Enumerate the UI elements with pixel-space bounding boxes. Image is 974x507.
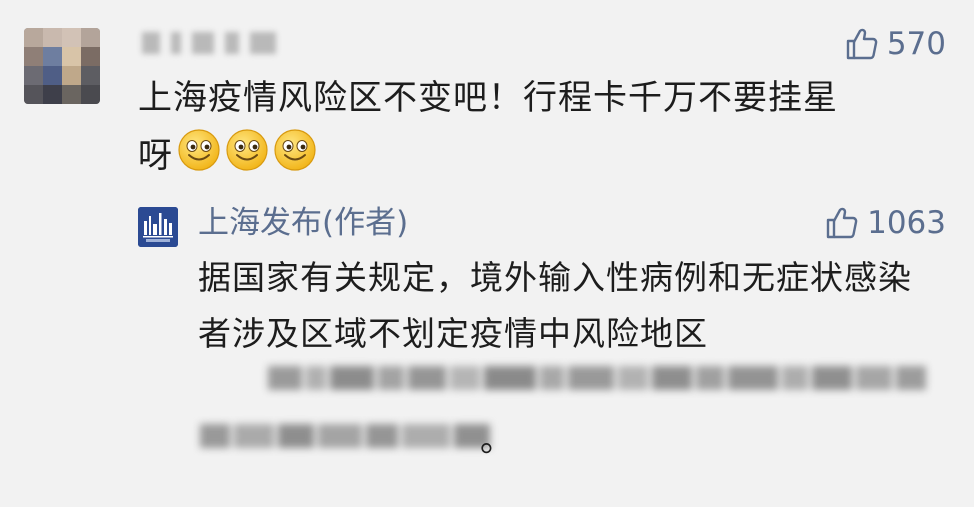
reply-text: 据国家有关规定，境外输入性病例和无症状感染者涉及区域不划定疫情中风险地区 (198, 258, 912, 353)
comment-text-tail-row: 呀 (138, 126, 321, 178)
reply-like-button[interactable]: 1063 (825, 203, 946, 243)
thumbs-up-icon (825, 206, 867, 240)
comment-text-tail: 呀 (138, 135, 173, 176)
reply-text-end: 。 (480, 420, 513, 459)
smile-emoji-icon (273, 128, 317, 176)
commenter-name-redacted[interactable] (138, 30, 278, 56)
smile-emoji-icon (225, 128, 269, 176)
thumbs-up-icon (845, 27, 887, 61)
shanghai-fabu-logo[interactable] (138, 207, 178, 247)
redacted-text-line-1 (268, 366, 930, 390)
reply-like-count: 1063 (867, 205, 946, 241)
comment-item: 570 上海疫情风险区不变吧！行程卡千万不要挂星 呀 上海发布(作者) 1063… (0, 0, 974, 507)
smile-emoji-icon (177, 128, 221, 176)
comment-like-button[interactable]: 570 (845, 24, 946, 64)
redacted-text-line-2 (200, 424, 494, 448)
reply-author-name[interactable]: 上海发布(作者) (198, 201, 408, 245)
comment-text: 上海疫情风险区不变吧！行程卡千万不要挂星 (138, 78, 838, 118)
comment-like-count: 570 (886, 26, 946, 62)
commenter-avatar[interactable] (24, 28, 100, 104)
